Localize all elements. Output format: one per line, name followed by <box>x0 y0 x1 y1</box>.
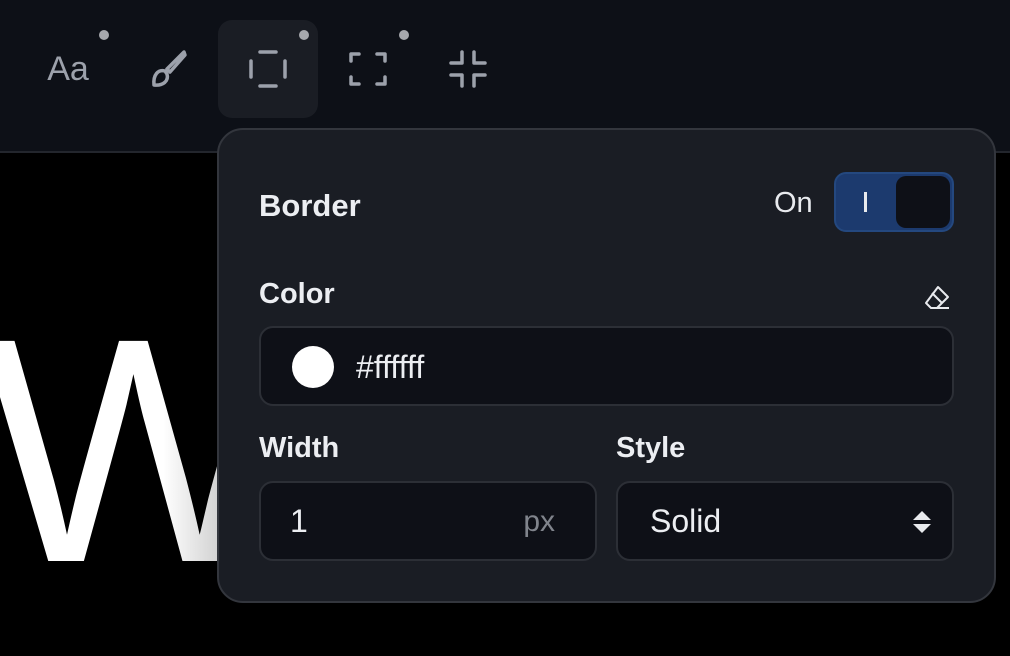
corners-expand-icon <box>349 52 387 86</box>
width-label: Width <box>259 432 340 464</box>
modified-indicator <box>299 30 309 40</box>
style-select[interactable]: Solid <box>616 481 954 561</box>
toggle-label: On <box>774 187 813 219</box>
border-title: Border <box>259 188 361 223</box>
paintbrush-icon <box>152 50 187 87</box>
eraser-icon[interactable] <box>922 284 952 314</box>
margin-tool-button[interactable] <box>418 20 518 118</box>
fill-tool-button[interactable] <box>118 20 218 118</box>
color-label: Color <box>259 278 335 310</box>
border-icon <box>249 50 287 88</box>
toggle-on-mark <box>864 192 867 212</box>
corners-collapse-icon <box>449 50 487 88</box>
color-swatch[interactable] <box>292 346 334 388</box>
text-aa-icon: Aa <box>47 49 89 88</box>
style-value: Solid <box>650 503 722 539</box>
width-value: 1 <box>290 503 308 539</box>
select-updown-icon <box>913 511 931 533</box>
modified-indicator <box>99 30 109 40</box>
width-input[interactable]: 1 px <box>259 481 597 561</box>
toggle-knob <box>896 176 950 228</box>
border-toggle[interactable] <box>834 172 954 232</box>
width-unit: px <box>523 505 555 538</box>
color-input[interactable]: #ffffff <box>259 326 954 406</box>
style-label: Style <box>616 432 686 464</box>
modified-indicator <box>399 30 409 40</box>
color-value: #ffffff <box>356 349 425 385</box>
border-settings-popover: Border On Color #ffffff Width 1 px Style… <box>217 128 996 603</box>
